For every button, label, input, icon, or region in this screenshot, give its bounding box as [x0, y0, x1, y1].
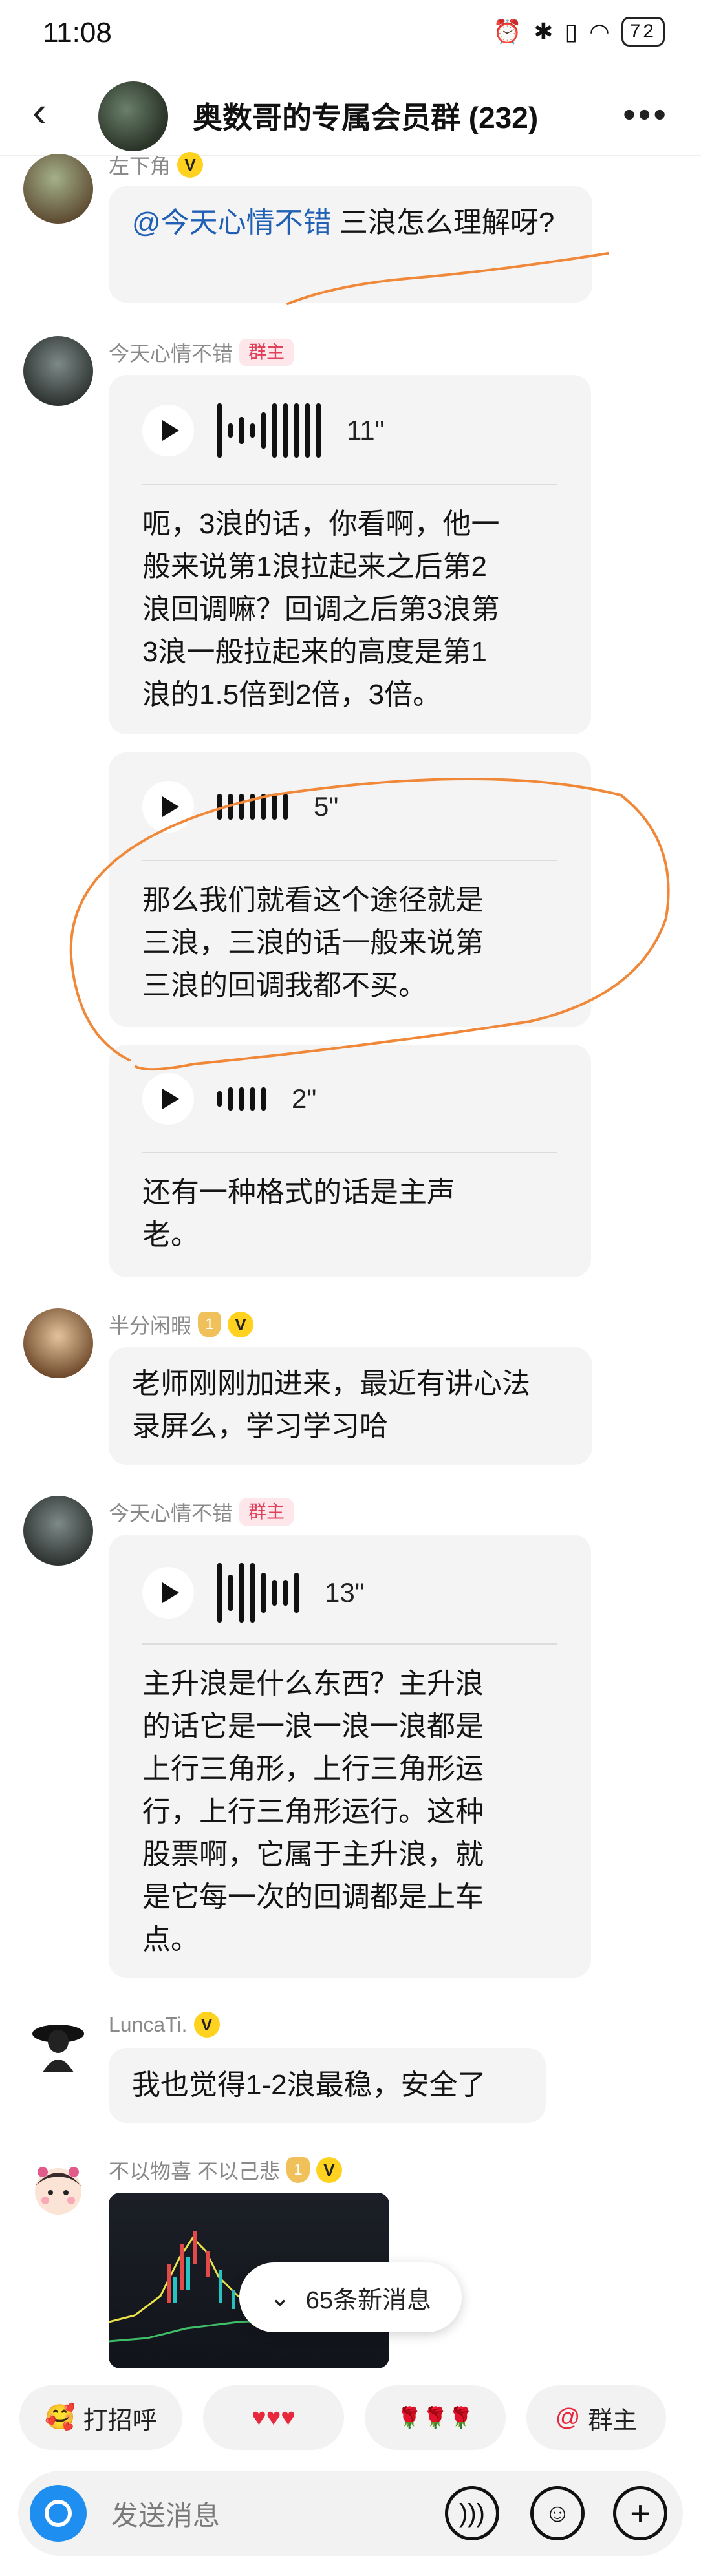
voice-input-icon[interactable]: ))) — [445, 2486, 499, 2540]
more-icon[interactable]: ••• — [623, 93, 669, 135]
message-input-bar: 发送消息 ))) ☺ + — [18, 2471, 683, 2556]
sender-name: 今天心情不错 群主 — [109, 1497, 294, 1527]
divider — [142, 1152, 557, 1153]
battery-icon: 72 — [621, 17, 665, 47]
voice-message[interactable]: 5" 那么我们就看这个途径就是 三浪，三浪的话一般来说第 三浪的回调我都不买。 — [109, 752, 591, 1027]
chip-greet[interactable]: 🥰 打招呼 — [19, 2385, 182, 2450]
back-icon[interactable]: ‹ — [32, 90, 65, 133]
voice-message[interactable]: 2" 还有一种格式的话是主声 老。 — [109, 1045, 591, 1277]
alarm-icon: ⏰ — [493, 18, 525, 45]
sender-name: LuncaTi. V — [109, 2012, 220, 2038]
chevron-down-icon: ⌄ — [269, 2284, 290, 2312]
verified-badge-icon: V — [177, 152, 204, 178]
voice-player[interactable]: 5" — [142, 781, 338, 833]
waveform-icon — [217, 1087, 266, 1111]
sender-name: 今天心情不错 群主 — [109, 337, 294, 367]
group-title: 奥数哥的专属会员群 (232) — [193, 101, 539, 134]
voice-player[interactable]: 13" — [142, 1563, 365, 1623]
voice-message[interactable]: 11" 呃，3浪的话，你看啊，他一 般来说第1浪拉起来之后第2 浪回调嘛？回调之… — [109, 375, 591, 734]
status-bar: 11:08 ⏰ ✱ ▯ ◠ 72 — [0, 0, 701, 71]
play-icon[interactable] — [142, 1073, 194, 1125]
voice-transcript: 还有一种格式的话是主声 老。 — [142, 1176, 455, 1251]
camera-icon[interactable] — [30, 2485, 87, 2542]
sender-name: 半分闲暇 1 V — [109, 1310, 254, 1339]
avatar[interactable] — [23, 2153, 93, 2222]
bluetooth-icon: ✱ — [534, 18, 556, 45]
sender-name: 不以物喜 不以己悲 1 V — [109, 2155, 342, 2185]
owner-badge: 群主 — [239, 339, 294, 366]
voice-duration: 13" — [325, 1577, 365, 1608]
voice-transcript: 主升浪是什么东西？主升浪 的话它是一浪一浪一浪都是 上行三角形，上行三角形运 行… — [142, 1668, 484, 1955]
chat-header: ‹ 奥数哥的专属会员群 (232) ••• — [0, 71, 701, 156]
voice-duration: 2" — [292, 1083, 317, 1114]
avatar[interactable] — [23, 154, 93, 224]
message-input[interactable]: 发送消息 — [111, 2494, 220, 2533]
member-level-icon: 1 — [286, 2157, 310, 2183]
status-icons: ⏰ ✱ ▯ ◠ 72 — [493, 17, 665, 47]
voice-duration: 11" — [347, 415, 385, 445]
verified-badge-icon: V — [228, 1312, 254, 1337]
play-icon[interactable] — [142, 1567, 194, 1619]
verified-badge-icon: V — [316, 2157, 342, 2183]
divider — [142, 484, 557, 485]
new-messages-button[interactable]: ⌄ 65条新消息 — [239, 2262, 462, 2332]
waveform-icon — [217, 403, 321, 458]
play-icon[interactable] — [142, 405, 194, 456]
owner-badge: 群主 — [239, 1498, 294, 1526]
chip-hearts[interactable]: ♥♥♥ — [203, 2385, 344, 2450]
message-text: 老师刚刚加进来，最近有讲心法 录屏么，学习学习哈 — [132, 1368, 530, 1442]
sender-name: 左下角 V — [109, 150, 204, 180]
message-bubble[interactable]: 我也觉得1-2浪最稳，安全了 — [109, 2048, 546, 2123]
voice-transcript: 那么我们就看这个途径就是 三浪，三浪的话一般来说第 三浪的回调我都不买。 — [142, 884, 484, 1001]
message-bubble[interactable]: @今天心情不错 三浪怎么理解呀? — [109, 186, 592, 303]
chip-roses[interactable]: 🌹🌹🌹 — [365, 2385, 506, 2450]
status-time: 11:08 — [43, 17, 112, 48]
divider — [142, 1643, 557, 1645]
waveform-icon — [217, 794, 288, 820]
avatar[interactable] — [23, 2008, 93, 2078]
waveform-icon — [217, 1563, 299, 1623]
play-icon[interactable] — [142, 781, 194, 833]
avatar-illustration — [35, 2167, 81, 2215]
wifi-icon: ◠ — [589, 18, 612, 45]
message-text: @今天心情不错 三浪怎么理解呀? — [132, 207, 555, 239]
voice-transcript: 呃，3浪的话，你看啊，他一 般来说第1浪拉起来之后第2 浪回调嘛？回调之后第3浪… — [142, 508, 500, 710]
avatar[interactable] — [23, 336, 93, 406]
vibrate-icon: ▯ — [565, 18, 581, 45]
emoji-icon[interactable]: ☺ — [530, 2486, 585, 2540]
voice-duration: 5" — [314, 791, 339, 822]
chip-mention-owner[interactable]: @ 群主 — [526, 2385, 666, 2450]
member-level-icon: 1 — [198, 1312, 222, 1337]
verified-badge-icon: V — [193, 2012, 220, 2038]
group-avatar[interactable] — [98, 81, 168, 151]
avatar[interactable] — [23, 1308, 93, 1378]
message-bubble[interactable]: 老师刚刚加进来，最近有讲心法 录屏么，学习学习哈 — [109, 1347, 592, 1465]
message-text: 我也觉得1-2浪最稳，安全了 — [132, 2069, 486, 2101]
avatar-illustration — [32, 2025, 84, 2072]
plus-icon[interactable]: + — [613, 2486, 667, 2540]
voice-message[interactable]: 13" 主升浪是什么东西？主升浪 的话它是一浪一浪一浪都是 上行三角形，上行三角… — [109, 1535, 591, 1978]
divider — [142, 860, 557, 861]
avatar[interactable] — [23, 1496, 93, 1566]
voice-player[interactable]: 2" — [142, 1073, 316, 1125]
mention-link[interactable]: @今天心情不错 — [132, 207, 340, 239]
voice-player[interactable]: 11" — [142, 403, 385, 458]
quick-reply-bar: 🥰 打招呼 ♥♥♥ 🌹🌹🌹 @ 群主 — [0, 2385, 701, 2456]
